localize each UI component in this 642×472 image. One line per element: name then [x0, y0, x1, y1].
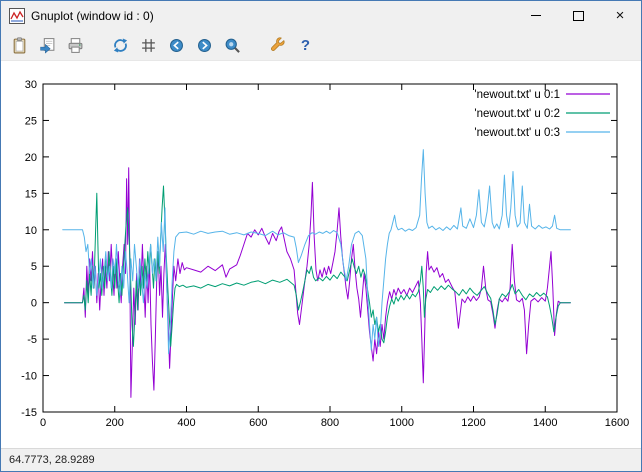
legend-label: 'newout.txt' u 0:3 — [474, 127, 560, 139]
series-line — [65, 168, 571, 398]
status-coordinates: 64.7773, 28.9289 — [9, 454, 95, 466]
plot-area[interactable]: 0 200 400 600 800 1000 1200 1400 1600 -15 -10 -5 0 5 1… — [1, 61, 641, 448]
zoom-next-icon — [196, 37, 213, 54]
y-tick-label: 25 — [25, 115, 37, 127]
clipboard-icon — [11, 37, 28, 54]
x-tick-label: 1600 — [605, 417, 629, 429]
grid-icon — [140, 37, 157, 54]
x-tick-label: 400 — [177, 417, 195, 429]
close-icon: × — [616, 8, 625, 23]
y-tick-label: 15 — [25, 188, 37, 200]
plot-canvas[interactable]: 0 200 400 600 800 1000 1200 1400 1600 -15 -10 -5 0 5 1… — [1, 61, 641, 450]
zoom-previous-icon — [168, 37, 185, 54]
x-tick-label: 0 — [40, 417, 46, 429]
printer-icon — [67, 37, 84, 54]
refresh-icon — [112, 37, 129, 54]
x-tick-label: 200 — [106, 417, 124, 429]
x-tick-label: 600 — [249, 417, 267, 429]
help-button[interactable]: ? — [293, 33, 318, 57]
window-controls: × — [515, 1, 641, 30]
window-title: Gnuplot (window id : 0) — [31, 9, 515, 23]
replot-button[interactable] — [108, 33, 133, 57]
x-tick-label: 1200 — [461, 417, 485, 429]
zoom-previous-button[interactable] — [164, 33, 189, 57]
close-button[interactable]: × — [599, 1, 641, 30]
wrench-icon — [269, 37, 286, 54]
zoom-reset-button[interactable] — [220, 33, 245, 57]
export-plot-button[interactable] — [35, 33, 60, 57]
titlebar[interactable]: Gnuplot (window id : 0) × — [1, 1, 641, 30]
y-tick-label: 30 — [25, 79, 37, 91]
minimize-icon — [531, 15, 541, 16]
legend-label: 'newout.txt' u 0:1 — [474, 89, 560, 101]
y-tick-label: -5 — [27, 334, 37, 346]
configure-button[interactable] — [265, 33, 290, 57]
print-button[interactable] — [63, 33, 88, 57]
toggle-grid-button[interactable] — [136, 33, 161, 57]
x-tick-label: 1400 — [533, 417, 557, 429]
legend-label: 'newout.txt' u 0:2 — [474, 108, 560, 120]
zoom-reset-icon — [224, 37, 241, 54]
minimize-button[interactable] — [515, 1, 557, 30]
y-tick-label: 10 — [25, 225, 37, 237]
copy-to-clipboard-button[interactable] — [7, 33, 32, 57]
y-tick-label: -10 — [21, 371, 37, 383]
gnuplot-window: Gnuplot (window id : 0) × — [0, 0, 642, 472]
x-tick-label: 1000 — [390, 417, 414, 429]
statusbar: 64.7773, 28.9289 — [1, 448, 641, 471]
maximize-icon — [573, 11, 584, 21]
x-tick-label: 800 — [321, 417, 339, 429]
gnuplot-app-icon — [9, 8, 25, 24]
toolbar: ? — [1, 30, 641, 61]
maximize-button[interactable] — [557, 1, 599, 30]
y-tick-label: 20 — [25, 152, 37, 164]
help-icon: ? — [301, 37, 310, 54]
export-icon — [39, 37, 56, 54]
y-tick-label: -15 — [21, 407, 37, 419]
y-tick-label: 0 — [31, 298, 37, 310]
zoom-next-button[interactable] — [192, 33, 217, 57]
y-tick-label: 5 — [31, 261, 37, 273]
